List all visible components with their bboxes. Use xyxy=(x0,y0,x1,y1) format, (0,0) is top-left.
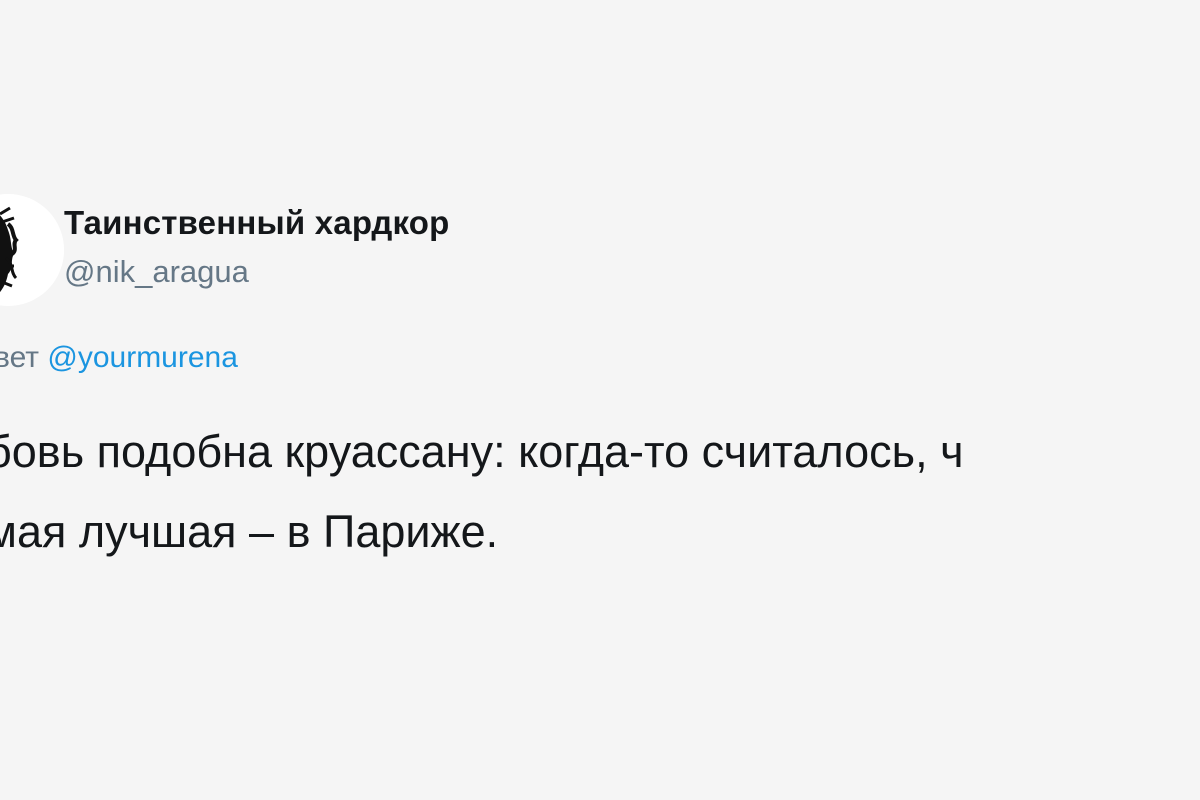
tweet-text-line: бовь подобна круассану: когда-то считало… xyxy=(0,426,964,477)
display-name[interactable]: Таинственный хардкор xyxy=(64,204,450,242)
tweet-card: Таинственный хардкор @nik_aragua вет @yo… xyxy=(0,0,1200,800)
reply-prefix: вет xyxy=(0,341,40,374)
avatar-silhouette-icon xyxy=(0,194,64,306)
reply-mention-link[interactable]: @yourmurena xyxy=(47,341,238,374)
tweet-text: бовь подобна круассану: когда-то считало… xyxy=(0,412,1200,572)
user-handle[interactable]: @nik_aragua xyxy=(64,254,249,290)
tweet-text-line: мая лучшая – в Париже. xyxy=(0,506,499,557)
reply-context: вет @yourmurena xyxy=(0,341,238,375)
avatar[interactable] xyxy=(0,194,64,306)
